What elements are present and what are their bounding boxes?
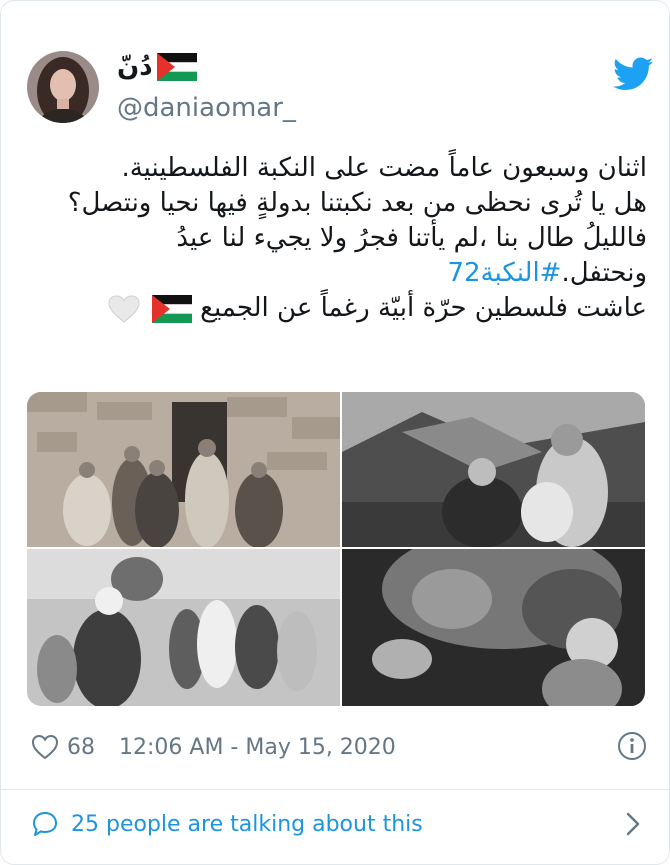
white-heart-icon (108, 294, 140, 323)
media-grid[interactable] (27, 392, 645, 706)
palestine-flag-icon (151, 294, 192, 323)
divider (1, 789, 669, 790)
talking-text: 25 people are talking about this (71, 811, 423, 837)
elderly-man-tent-photo (342, 392, 645, 547)
tweet-line: ونحتفل.#النكبة72 (27, 256, 647, 291)
chevron-right-icon[interactable] (625, 811, 641, 837)
tweet-line: هل يا تُرى نحظى من بعد نكبتنا بدولةٍ فيه… (67, 188, 647, 218)
palestine-flag-icon (156, 53, 197, 81)
timestamp[interactable]: 12:06 AM - May 15, 2020 (119, 735, 396, 760)
tweet-line-text: عاشت فلسطين حرّة أبيّة رغماً عن الجميع (200, 293, 647, 323)
info-icon[interactable] (617, 731, 647, 761)
photo-historic-family[interactable] (27, 392, 340, 547)
child-with-elder-photo (342, 549, 645, 706)
tweet-line: عاشت فلسطين حرّة أبيّة رغماً عن الجميع (27, 291, 647, 326)
tweet-line-text: ونحتفل. (561, 258, 647, 288)
talking-about-link[interactable]: 25 people are talking about this (31, 807, 423, 841)
tweet-meta: 68 12:06 AM - May 15, 2020 (31, 731, 396, 763)
tweet-text: اثنان وسبعون عاماً مضت على النكبة الفلسط… (27, 151, 647, 326)
tweet-card[interactable]: دُنّ @daniaomar_ اثنان وسبعون عاماً مضت … (0, 0, 670, 865)
heart-icon[interactable] (31, 734, 59, 760)
username[interactable]: @daniaomar_ (117, 93, 296, 123)
historic-family-photo (27, 392, 340, 547)
refugees-walking-photo (27, 549, 340, 706)
like-count[interactable]: 68 (67, 735, 95, 760)
comment-icon (33, 812, 57, 836)
tweet-line: اثنان وسبعون عاماً مضت على النكبة الفلسط… (121, 153, 647, 183)
hashtag-link[interactable]: #النكبة72 (447, 258, 561, 288)
display-name[interactable]: دُنّ (117, 49, 197, 85)
avatar[interactable] (27, 51, 99, 123)
photo-elderly-man-tent[interactable] (342, 392, 645, 547)
avatar-image (27, 51, 99, 123)
photo-refugees-walking[interactable] (27, 549, 340, 706)
tweet-line: فالليلُ طال بنا ،لم يأتنا فجرُ ولا يجيء … (176, 223, 647, 253)
display-name-text: دُنّ (117, 52, 153, 82)
twitter-bird-icon[interactable] (613, 57, 653, 91)
photo-child-with-elder[interactable] (342, 549, 645, 706)
